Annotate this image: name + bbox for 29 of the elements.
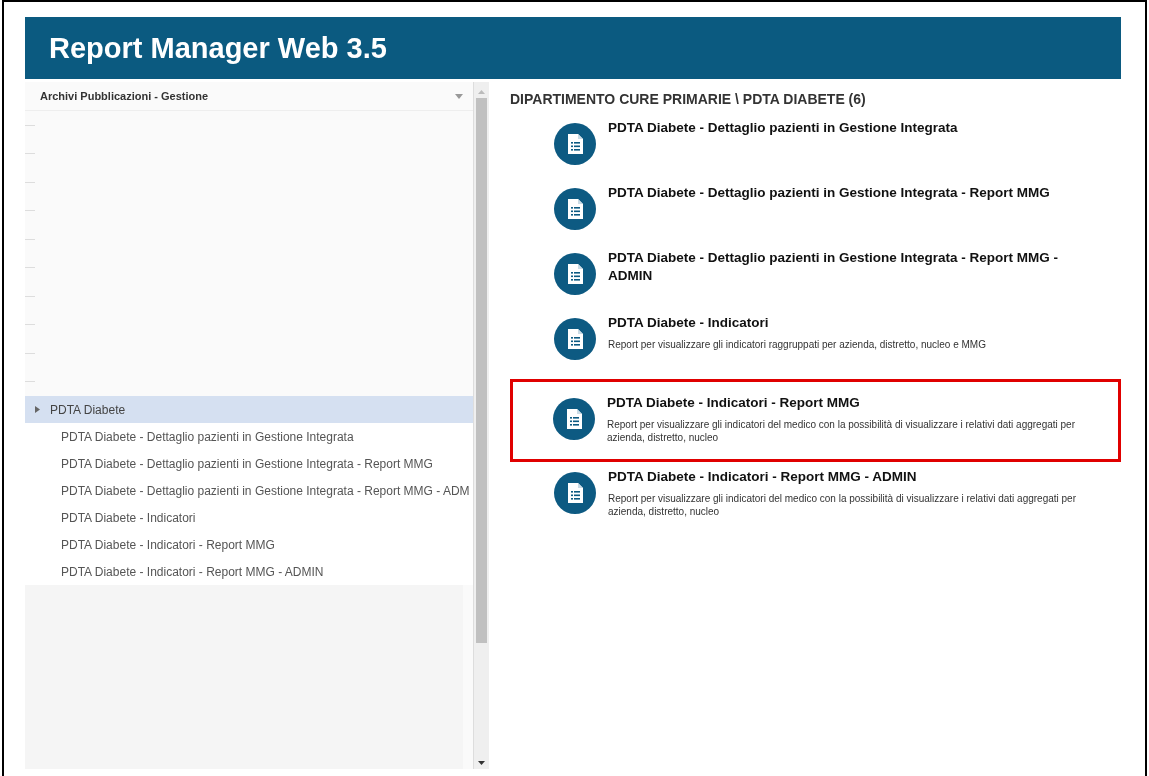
report-title[interactable]: PDTA Diabete - Indicatori - Report MMG - ADMIN: [608, 468, 1098, 486]
document-icon[interactable]: [554, 188, 596, 230]
document-icon[interactable]: [554, 472, 596, 514]
report-title[interactable]: PDTA Diabete - Indicatori: [608, 314, 986, 332]
document-icon[interactable]: [554, 123, 596, 165]
app-title: Report Manager Web 3.5: [49, 31, 387, 65]
document-icon[interactable]: [554, 318, 596, 360]
report-title[interactable]: PDTA Diabete - Indicatori - Report MMG: [607, 394, 1097, 412]
tree-item[interactable]: PDTA Diabete - Indicatori: [25, 504, 473, 531]
scroll-down-icon[interactable]: [478, 761, 485, 765]
document-icon[interactable]: [553, 398, 595, 440]
scrollbar[interactable]: [473, 82, 489, 769]
dropdown-caret-icon[interactable]: [455, 93, 463, 99]
tree-item[interactable]: PDTA Diabete - Dettaglio pazienti in Gestione Integrata: [25, 423, 473, 450]
report-title[interactable]: PDTA Diabete - Dettaglio pazienti in Gestione Integrata: [608, 119, 958, 137]
breadcrumb: DIPARTIMENTO CURE PRIMARIE \ PDTA DIABETE (6): [510, 91, 867, 107]
tree-item[interactable]: PDTA Diabete - Dettaglio pazienti in Gestione Integrata - Report MMG - ADM: [25, 477, 473, 504]
tree-item[interactable]: PDTA Diabete - Dettaglio pazienti in Gestione Integrata - Report MMG: [25, 450, 473, 477]
report-description: Report per visualizzare gli indicatori del medico con la possibilità di visualizzare i relativi dati aggregati per azienda, distretto, nucleo: [608, 492, 1077, 518]
report-description: Report per visualizzare gli indicatori raggruppati per azienda, distretto, nucleo e MMG: [608, 338, 986, 351]
tree-item[interactable]: PDTA Diabete: [25, 396, 473, 423]
expand-arrow-icon[interactable]: [35, 406, 40, 413]
document-icon[interactable]: [554, 253, 596, 295]
panel-title: Archivi Pubblicazioni - Gestione: [40, 90, 209, 102]
report-title[interactable]: PDTA Diabete - Dettaglio pazienti in Gestione Integrata - Report MMG - ADMIN: [608, 249, 1098, 285]
report-title[interactable]: PDTA Diabete - Dettaglio pazienti in Gestione Integrata - Report MMG: [608, 184, 1050, 202]
tree-item[interactable]: PDTA Diabete - Indicatori - Report MMG - ADMIN: [25, 558, 473, 585]
tree-item[interactable]: PDTA Diabete - Indicatori - Report MMG: [25, 531, 473, 558]
report-description: Report per visualizzare gli indicatori del medico con la possibilità di visualizzare i relativi dati aggregati per azienda, distretto, nucleo: [607, 418, 1076, 444]
